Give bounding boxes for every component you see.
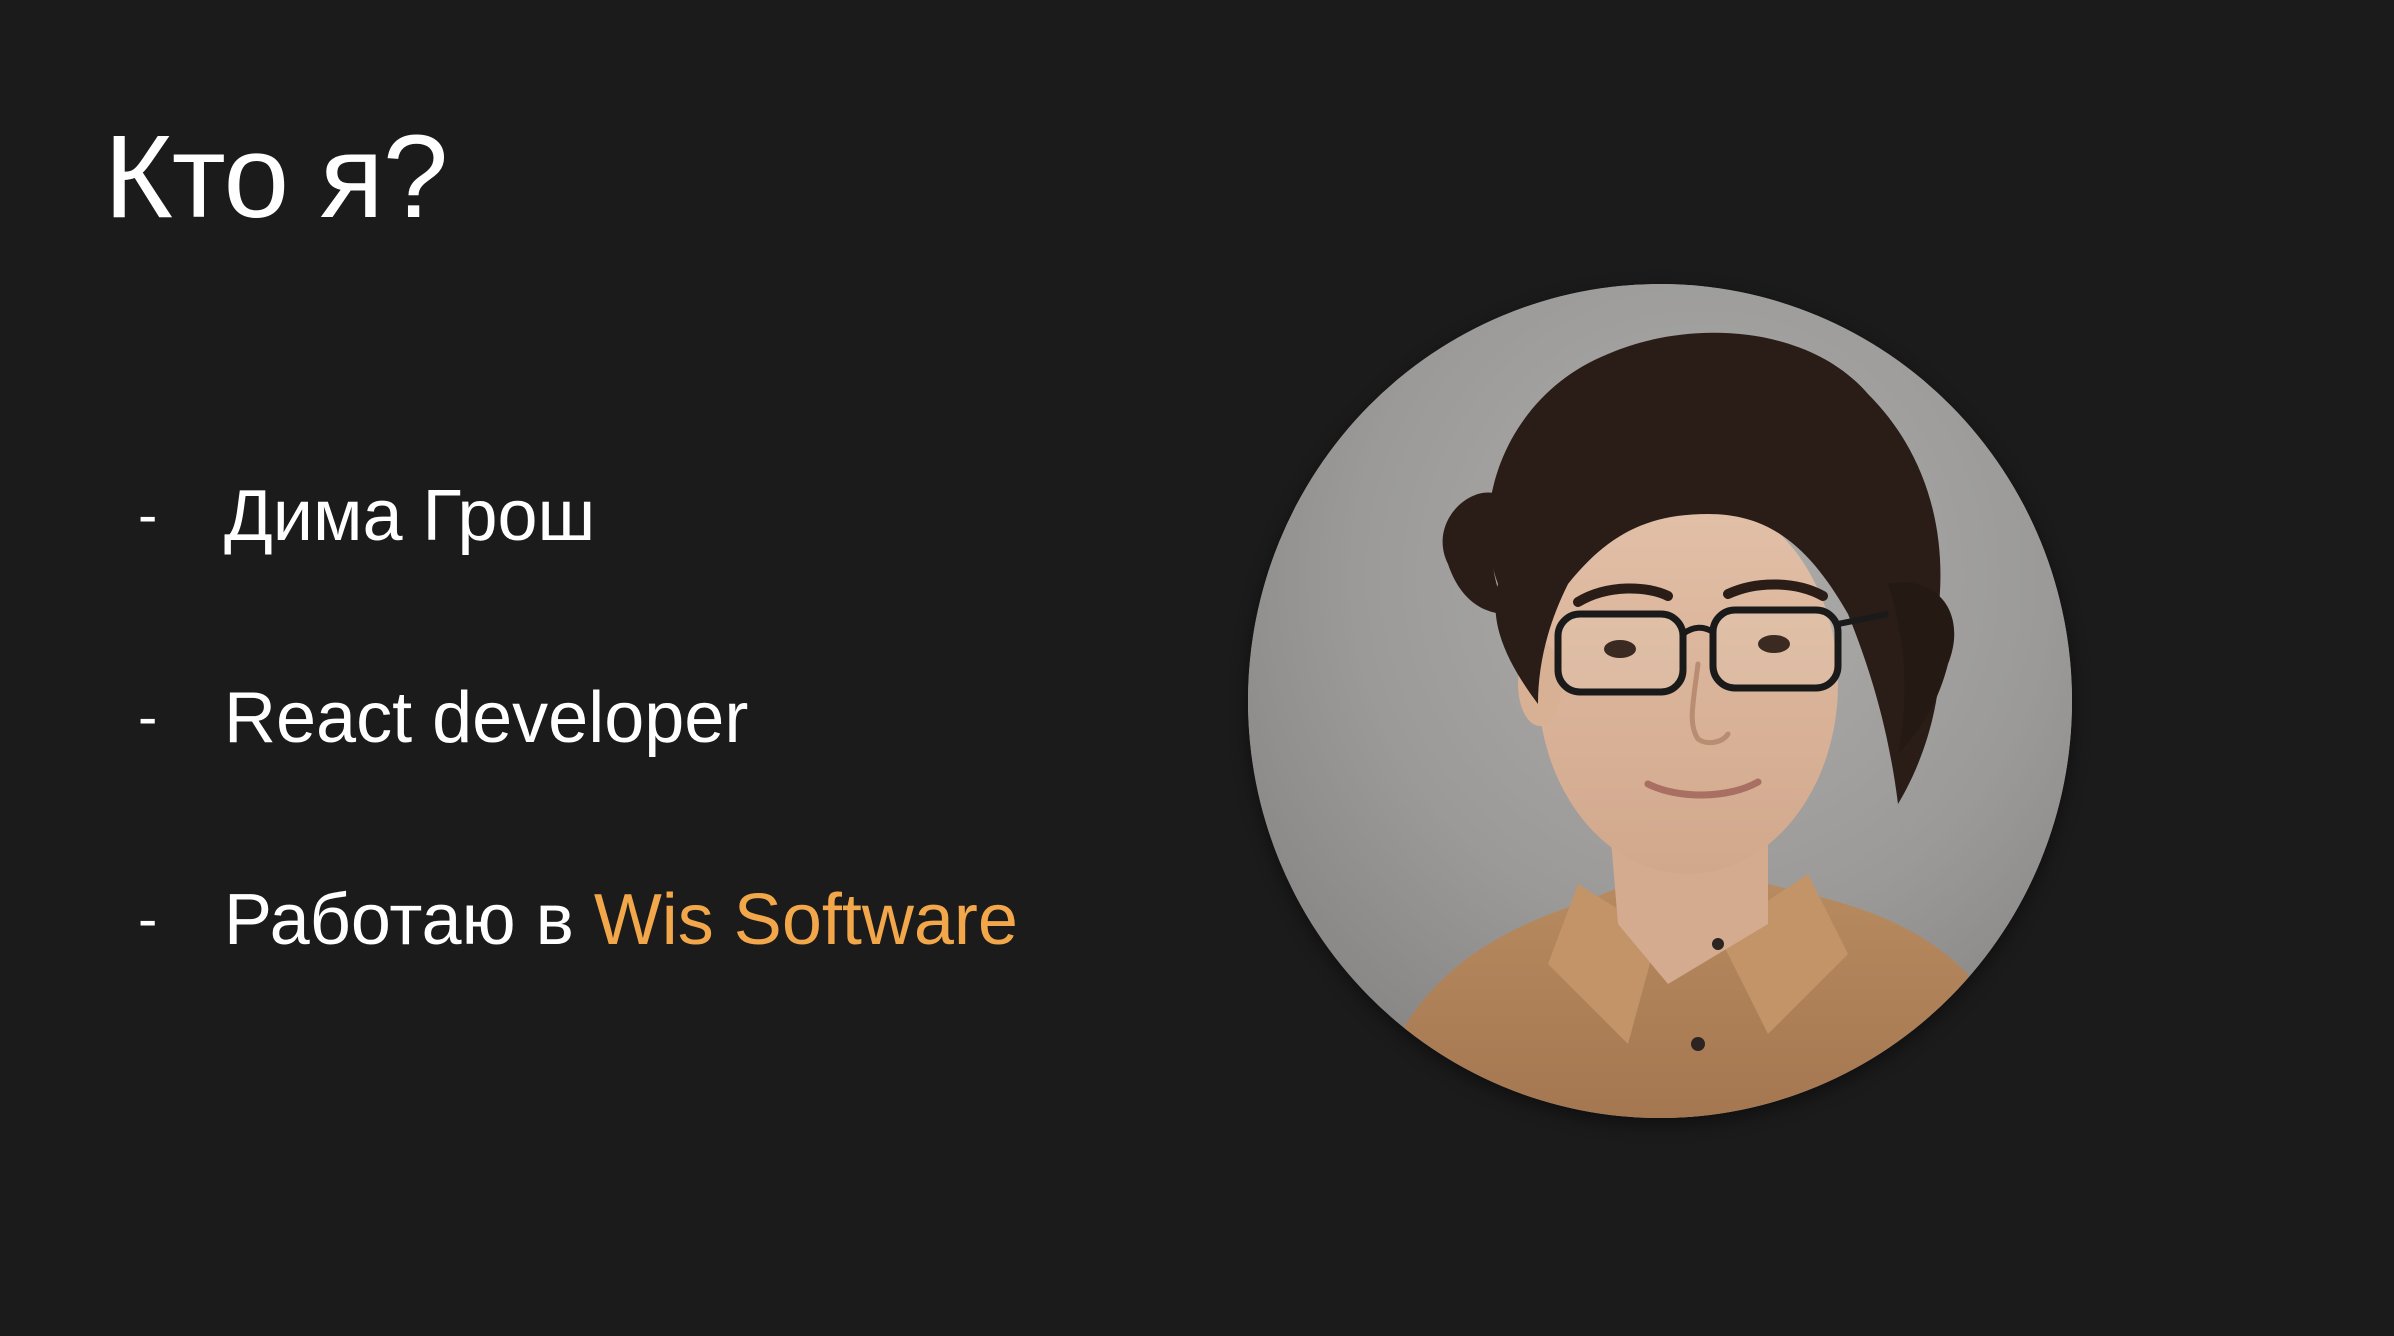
bullet-text-company: Работаю в Wis Software xyxy=(224,884,1018,956)
company-name: Wis Software xyxy=(593,880,1018,960)
bullet-item-name: - Дима Грош xyxy=(138,480,1018,552)
bullet-list: - Дима Грош - React developer - Работаю … xyxy=(138,480,1018,956)
portrait-illustration xyxy=(1248,284,2072,1118)
bullet-text-role: React developer xyxy=(224,678,749,758)
bullet-dash: - xyxy=(138,887,158,952)
bullet-dash: - xyxy=(138,685,158,750)
bullet-text-company-prefix: Работаю в xyxy=(224,880,594,960)
bullet-item-company: - Работаю в Wis Software xyxy=(138,884,1018,956)
bullet-dash: - xyxy=(138,483,158,548)
slide-title: Кто я? xyxy=(104,111,448,243)
bullet-item-role: - React developer xyxy=(138,682,1018,754)
bullet-text-name: Дима Грош xyxy=(224,476,596,556)
portrait-photo xyxy=(1248,284,2072,1118)
